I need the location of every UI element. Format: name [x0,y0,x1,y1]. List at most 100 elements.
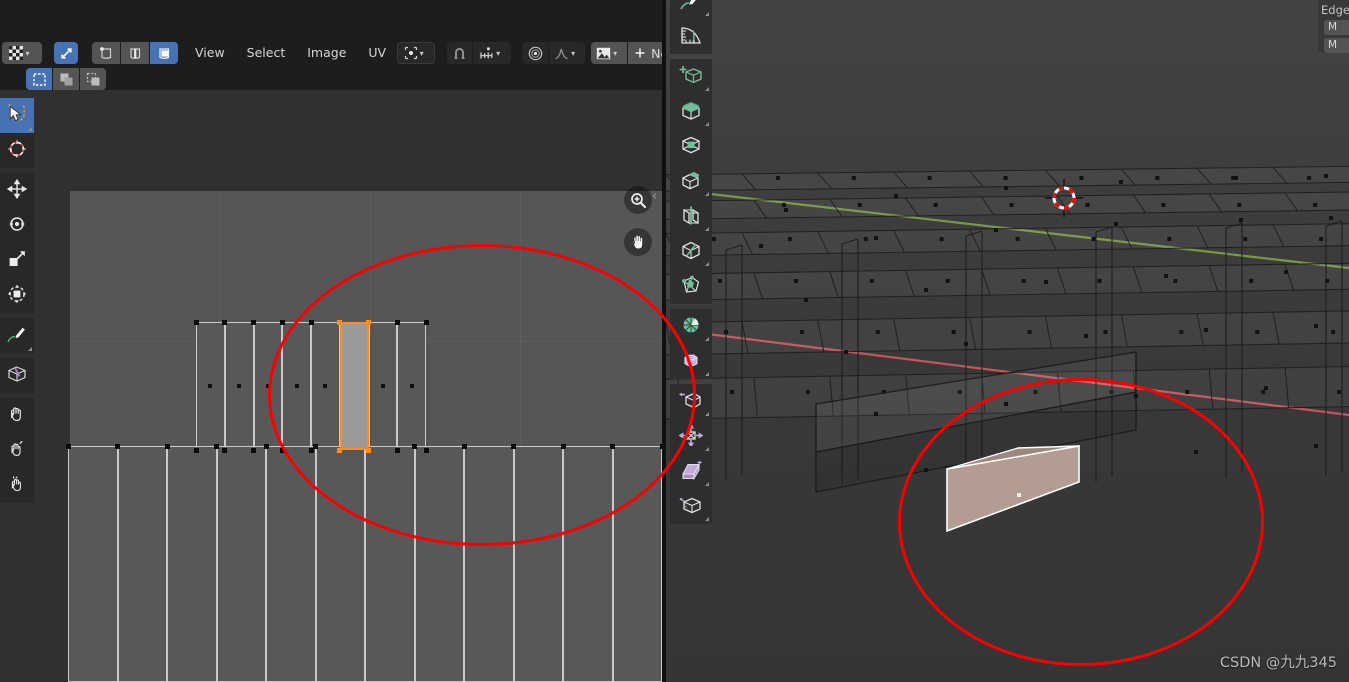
uv-tool-pinch-tool[interactable] [0,468,34,503]
uv-vertex[interactable] [251,447,256,453]
uv-vertex-select-button[interactable] [92,42,120,64]
viewport-3d-area[interactable]: Edge M M CSDN @九九345 [666,0,1349,682]
viewport-side-panel[interactable]: Edge M M [1318,0,1349,53]
side-panel-button-2[interactable]: M [1324,38,1349,53]
uv-vertex[interactable] [279,447,285,453]
uv-vertex[interactable] [394,447,400,453]
viewport-tool-poly-build-tool[interactable] [670,269,712,304]
uv-vertex[interactable] [263,443,269,449]
select-subtract-button[interactable] [80,68,106,90]
viewport-tool-spin-tool[interactable] [670,309,712,344]
editor-type-button[interactable]: ▾ [2,42,42,64]
tool-submenu-corner[interactable] [28,347,32,351]
uv-vertex[interactable] [308,447,314,453]
uv-face[interactable] [68,446,118,682]
uv-vertex[interactable] [279,319,285,325]
uv-vertex[interactable] [65,443,71,449]
viewport-tool-extrude-region-tool[interactable] [670,94,712,129]
uv-tool-relax-tool[interactable] [0,433,34,468]
uv-vertex[interactable] [461,443,467,449]
uv-vertex[interactable] [366,319,371,325]
viewport-tool-annotate-tool[interactable] [670,0,712,19]
select-box-button[interactable] [26,68,52,90]
uv-vertex[interactable] [214,443,219,449]
uv-face[interactable] [315,446,365,682]
side-panel-button-1[interactable]: M [1324,20,1349,35]
viewport-tool-shear-tool[interactable] [670,454,712,489]
uv-face[interactable] [563,446,613,682]
tool-submenu-corner[interactable] [705,192,709,196]
uv-face[interactable] [167,446,217,682]
new-image-button[interactable]: New [628,42,662,64]
uv-vertex[interactable] [337,319,343,325]
uv-vertex[interactable] [308,319,314,325]
tool-submenu-corner[interactable] [705,482,709,486]
uv-face[interactable] [513,446,563,682]
tool-submenu-corner[interactable] [705,337,709,341]
uv-island-lower[interactable] [65,443,662,682]
tool-submenu-corner[interactable] [705,412,709,416]
pivot-point-button[interactable]: ▾ [397,42,436,64]
tool-submenu-corner[interactable] [28,127,32,131]
uv-vertex[interactable] [394,319,400,325]
menu-select[interactable]: Select [236,42,297,64]
uv-tool-rip-region-tool[interactable] [0,358,34,393]
viewport-tool-measure-tool[interactable] [670,19,712,54]
uv-vertex[interactable] [560,443,566,449]
uv-vertex[interactable] [366,447,371,453]
uv-vertex[interactable] [610,443,615,449]
falloff-type-button[interactable]: ▾ [549,42,586,64]
viewport-tool-add-cube-tool[interactable] [670,59,712,94]
uv-vertex[interactable] [423,447,429,453]
uv-face-select-button[interactable] [150,42,178,64]
tool-submenu-corner[interactable] [705,447,709,451]
uv-face[interactable] [266,446,316,682]
tool-submenu-corner[interactable] [705,227,709,231]
viewport-tool-bevel-tool[interactable] [670,164,712,199]
proportional-edit-button[interactable] [523,42,549,64]
pan-gizmo[interactable] [624,228,652,256]
collapse-gizmo-arrow[interactable]: ‹ [652,189,657,204]
uv-vertex[interactable] [412,443,417,449]
uv-tool-move-tool[interactable] [0,173,34,208]
uv-face-selected[interactable] [339,322,369,450]
uv-vertex[interactable] [193,447,199,453]
tool-submenu-corner[interactable] [705,262,709,266]
uv-tool-tweak-tool[interactable] [0,98,34,133]
menu-view[interactable]: View [184,42,236,64]
uv-island-main[interactable] [193,319,429,453]
uv-vertex[interactable] [251,319,256,325]
uv-tool-cursor-tool[interactable] [0,133,34,168]
snap-target-button[interactable]: ▾ [473,42,512,64]
uv-canvas[interactable]: ‹ [0,90,662,682]
snap-magnet-button[interactable] [447,42,473,64]
uv-tool-rotate-tool[interactable] [0,208,34,243]
image-browse-button[interactable]: ▾ [591,42,628,64]
viewport-tool-inset-faces-tool[interactable] [670,129,712,164]
menu-uv[interactable]: UV [357,42,397,64]
tool-submenu-corner[interactable] [705,372,709,376]
viewport-tool-knife-tool[interactable] [670,234,712,269]
uv-face[interactable] [612,446,662,682]
uv-tool-transform-tool[interactable] [0,278,34,313]
viewport-tool-rip-region-tool[interactable] [670,489,712,524]
viewport-tool-edge-slide-tool[interactable] [670,384,712,419]
select-extend-button[interactable] [53,68,79,90]
uv-sync-selection-button[interactable] [54,42,78,64]
viewport-tool-loop-cut-tool[interactable] [670,199,712,234]
uv-face[interactable] [464,446,514,682]
uv-tool-scale-tool[interactable] [0,243,34,278]
uv-face[interactable] [414,446,464,682]
tool-submenu-corner[interactable] [705,12,709,16]
uv-face[interactable] [365,446,415,682]
uv-vertex[interactable] [222,447,228,453]
uv-vertex[interactable] [423,319,429,325]
uv-edge-select-button[interactable] [121,42,149,64]
viewport-tool-smooth-tool[interactable] [670,344,712,379]
uv-tool-annotate-tool[interactable] [0,318,34,353]
uv-tool-grab-tool[interactable] [0,398,34,433]
uv-face[interactable] [117,446,167,682]
tool-submenu-corner[interactable] [705,517,709,521]
viewport-tool-shrink-fatten-tool[interactable] [670,419,712,454]
uv-face[interactable] [216,446,266,682]
